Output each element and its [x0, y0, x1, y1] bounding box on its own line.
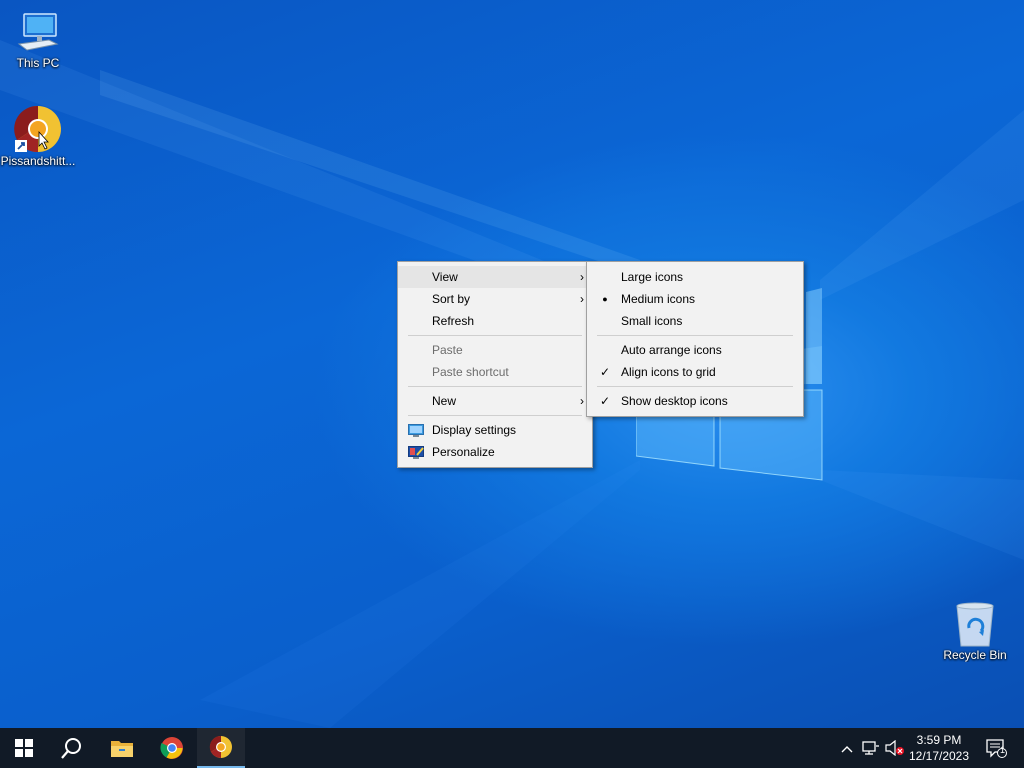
desktop[interactable]: This PC Pissandshitt... Recycle Bin View [0, 0, 1024, 728]
submenu-item-align-to-grid[interactable]: ✓ Align icons to grid [587, 361, 803, 383]
menu-separator [408, 386, 582, 387]
taskbar: 3:59 PM 12/17/2023 1 [0, 728, 1024, 768]
network-button[interactable] [860, 728, 882, 768]
desktop-icon-label: This PC [16, 56, 60, 70]
menu-item-label: Align icons to grid [621, 365, 716, 379]
chevron-right-icon: › [580, 292, 584, 306]
menu-item-view[interactable]: View › [398, 266, 592, 288]
recycle-bin-icon [956, 602, 994, 647]
menu-item-label: Personalize [432, 445, 495, 459]
submenu-item-small-icons[interactable]: Small icons [587, 310, 803, 332]
menu-item-label: Show desktop icons [621, 394, 728, 408]
view-submenu: Large icons ● Medium icons Small icons A… [586, 261, 804, 417]
network-icon [862, 741, 879, 755]
start-button[interactable] [0, 728, 48, 768]
folder-icon [111, 741, 133, 757]
display-settings-icon [408, 419, 424, 441]
chevron-up-icon [841, 741, 853, 756]
desktop-icon-this-pc[interactable]: This PC [0, 10, 76, 70]
menu-item-personalize[interactable]: Personalize [398, 441, 592, 463]
clock-time: 3:59 PM [916, 733, 962, 747]
desktop-context-menu: View › Sort by › Refresh Paste Paste sho… [397, 261, 593, 468]
desktop-icon-label: Recycle Bin [943, 648, 1007, 662]
windows-logo-icon [15, 739, 33, 757]
chrome-canary-shortcut-icon [14, 105, 61, 153]
menu-item-label: Small icons [621, 314, 683, 328]
menu-separator [597, 386, 793, 387]
menu-separator [408, 415, 582, 416]
volume-button[interactable] [884, 728, 906, 768]
menu-item-label: Sort by [432, 292, 471, 306]
personalize-icon [408, 441, 424, 463]
menu-item-sort-by[interactable]: Sort by › [398, 288, 592, 310]
menu-separator [408, 335, 582, 336]
action-center-button[interactable]: 1 [976, 728, 1016, 768]
menu-item-label: View [432, 270, 458, 284]
menu-item-label: Large icons [621, 270, 684, 284]
chrome-canary-icon [209, 735, 232, 759]
menu-item-paste-shortcut[interactable]: Paste shortcut [398, 361, 592, 383]
chrome-icon [160, 737, 183, 759]
submenu-item-auto-arrange[interactable]: Auto arrange icons [587, 339, 803, 361]
menu-item-label: Display settings [432, 423, 517, 437]
submenu-item-medium-icons[interactable]: ● Medium icons [587, 288, 803, 310]
search-button[interactable] [48, 728, 96, 768]
show-hidden-icons-button[interactable] [836, 728, 858, 768]
menu-item-label: Refresh [432, 314, 475, 328]
chevron-right-icon: › [580, 394, 584, 408]
computer-icon [17, 13, 59, 51]
menu-item-paste[interactable]: Paste [398, 339, 592, 361]
menu-item-label: New [432, 394, 457, 408]
desktop-icon-recycle-bin[interactable]: Recycle Bin [937, 602, 1013, 662]
clock-date: 12/17/2023 [908, 749, 970, 763]
desktop-icon-shortcut[interactable]: Pissandshitt... [0, 104, 76, 168]
search-icon [61, 738, 81, 759]
chrome-button[interactable] [148, 728, 196, 768]
check-icon: ✓ [599, 365, 611, 379]
clock-button[interactable]: 3:59 PM 12/17/2023 [906, 728, 972, 768]
bullet-icon: ● [602, 294, 608, 304]
volume-muted-icon [885, 740, 904, 756]
chrome-canary-button[interactable] [197, 728, 245, 768]
menu-item-refresh[interactable]: Refresh [398, 310, 592, 332]
check-icon: ✓ [599, 394, 611, 408]
menu-item-label: Paste shortcut [432, 365, 509, 379]
desktop-icon-label: Pissandshitt... [0, 154, 76, 168]
menu-item-label: Paste [432, 343, 463, 357]
submenu-item-large-icons[interactable]: Large icons [587, 266, 803, 288]
menu-item-display-settings[interactable]: Display settings [398, 419, 592, 441]
notification-count-badge: 1 [1000, 745, 1006, 755]
menu-item-label: Auto arrange icons [621, 343, 722, 357]
menu-item-new[interactable]: New › [398, 390, 592, 412]
submenu-item-show-desktop-icons[interactable]: ✓ Show desktop icons [587, 390, 803, 412]
menu-item-label: Medium icons [621, 292, 696, 306]
menu-separator [597, 335, 793, 336]
file-explorer-button[interactable] [98, 728, 146, 768]
chevron-right-icon: › [580, 270, 584, 284]
